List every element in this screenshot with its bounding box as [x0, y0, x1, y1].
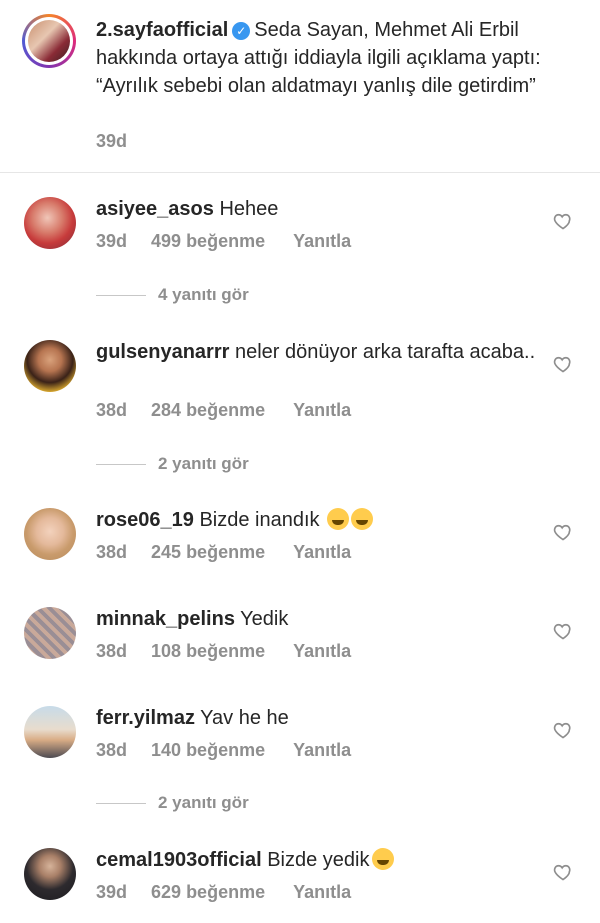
heart-icon[interactable]: [553, 621, 573, 641]
reply-button[interactable]: Yanıtla: [293, 400, 351, 421]
comment-text: minnak_pelins Yedik: [96, 608, 289, 630]
comment-username[interactable]: minnak_pelins: [96, 608, 235, 630]
divider: [96, 295, 146, 297]
heart-icon[interactable]: [553, 354, 573, 374]
avatar[interactable]: [24, 848, 76, 900]
heart-icon[interactable]: [553, 862, 573, 882]
comment-text: ferr.yilmaz Yav he he: [96, 707, 289, 729]
reply-button[interactable]: Yanıtla: [293, 231, 351, 252]
comment-meta: 38d 284 beğenme Yanıtla: [96, 400, 351, 421]
post-caption: 2.sayfaofficial ✓ Seda Sayan, Mehmet Ali E…: [0, 0, 600, 172]
comment-time: 38d: [96, 400, 128, 420]
likes-count[interactable]: 284 beğenme: [151, 400, 265, 421]
comment-text: asiyee_asos Hehee: [96, 198, 279, 220]
post-username[interactable]: 2.sayfaofficial: [96, 19, 228, 41]
comment-meta: 39d 629 beğenme Yanıtla: [96, 882, 351, 903]
avatar[interactable]: [24, 197, 76, 249]
heart-icon[interactable]: [553, 522, 573, 542]
likes-count[interactable]: 629 beğenme: [151, 882, 265, 903]
avatar[interactable]: [24, 508, 76, 560]
rofl-emoji-icon: [327, 508, 350, 530]
comment-text: gulsenyanarrr neler dönüyor arka tarafta…: [96, 341, 536, 363]
view-replies-button[interactable]: 4 yanıtı gör: [96, 285, 249, 305]
comment-username[interactable]: ferr.yilmaz: [96, 707, 195, 729]
comment-time: 38d: [96, 740, 128, 760]
comment-meta: 38d 108 beğenme Yanıtla: [96, 641, 351, 662]
avatar[interactable]: [24, 340, 76, 392]
reply-button[interactable]: Yanıtla: [293, 882, 351, 903]
likes-count[interactable]: 245 beğenme: [151, 542, 265, 563]
avatar[interactable]: [24, 607, 76, 659]
comment-username[interactable]: gulsenyanarrr: [96, 341, 229, 363]
comment-time: 38d: [96, 641, 128, 661]
likes-count[interactable]: 499 beğenme: [151, 231, 265, 252]
comment-time: 39d: [96, 882, 128, 902]
view-replies-button[interactable]: 2 yanıtı gör: [96, 793, 249, 813]
comment-username[interactable]: rose06_19: [96, 509, 194, 531]
heart-icon[interactable]: [553, 720, 573, 740]
comment-time: 38d: [96, 542, 128, 562]
post-author-avatar[interactable]: [22, 14, 76, 68]
caption-text: 2.sayfaofficial ✓ Seda Sayan, Mehmet Ali E…: [96, 16, 576, 100]
comment-meta: 38d 140 beğenme Yanıtla: [96, 740, 351, 761]
reply-button[interactable]: Yanıtla: [293, 740, 351, 761]
caption-timestamp: 39d: [96, 131, 128, 151]
comment-meta: 39d 499 beğenme Yanıtla: [96, 231, 351, 252]
comment-text: rose06_19 Bizde inandık: [96, 506, 536, 534]
comment-text: cemal1903official Bizde yedik: [96, 846, 536, 874]
likes-count[interactable]: 140 beğenme: [151, 740, 265, 761]
comment-time: 39d: [96, 231, 128, 251]
comment-meta: 38d 245 beğenme Yanıtla: [96, 542, 351, 563]
heart-icon[interactable]: [553, 211, 573, 231]
comment-username[interactable]: cemal1903official: [96, 849, 262, 871]
view-replies-button[interactable]: 2 yanıtı gör: [96, 454, 249, 474]
rofl-emoji-icon: [351, 508, 374, 530]
laughing-emoji-icon: [371, 848, 394, 870]
reply-button[interactable]: Yanıtla: [293, 542, 351, 563]
likes-count[interactable]: 108 beğenme: [151, 641, 265, 662]
divider: [0, 172, 600, 173]
reply-button[interactable]: Yanıtla: [293, 641, 351, 662]
verified-badge-icon: ✓: [232, 22, 251, 40]
comment-username[interactable]: asiyee_asos: [96, 198, 214, 220]
divider: [96, 464, 146, 466]
avatar[interactable]: [24, 706, 76, 758]
divider: [96, 803, 146, 805]
